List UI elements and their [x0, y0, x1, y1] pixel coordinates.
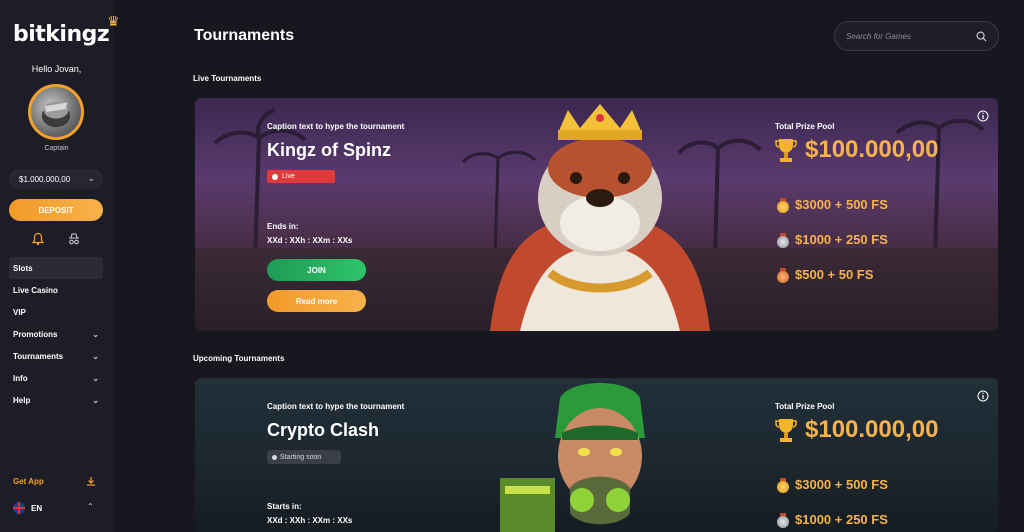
info-icon[interactable]: [977, 110, 989, 122]
rank-label: Captain: [44, 145, 69, 152]
tournament-name: Crypto Clash: [267, 420, 380, 440]
avatar[interactable]: [28, 84, 84, 140]
search-bar[interactable]: [834, 21, 999, 51]
sidebar-item-slots[interactable]: Slots: [9, 257, 103, 279]
get-app-link[interactable]: Get App: [13, 477, 44, 486]
prize-row-first: $3000 + 500 FS: [777, 477, 888, 493]
bell-icon[interactable]: [31, 232, 45, 246]
status-label: Live: [282, 173, 295, 180]
sidebar-item-info[interactable]: Info ⌄: [9, 367, 103, 389]
live-dot-icon: [272, 173, 278, 180]
download-icon[interactable]: [86, 476, 96, 486]
prize-value: $1000 + 250 FS: [795, 512, 888, 527]
incognito-icon[interactable]: [67, 232, 81, 246]
timer-label: Starts in:: [267, 502, 302, 511]
status-badge: Live: [267, 170, 335, 183]
sidebar-item-label: Info: [13, 373, 28, 383]
uk-flag-icon: [13, 502, 25, 514]
prize-row-second: $1000 + 250 FS: [777, 512, 888, 528]
chevron-down-icon: ⌄: [92, 373, 99, 383]
bronze-medal-icon: [777, 267, 789, 283]
sidebar-item-vip[interactable]: VIP: [9, 301, 103, 323]
sidebar-item-tournaments[interactable]: Tournaments ⌄: [9, 345, 103, 367]
brand-logo[interactable]: bitkingz ♛: [13, 14, 120, 47]
prize-row-second: $1000 + 250 FS: [777, 232, 888, 248]
status-dot-icon: [272, 454, 277, 460]
sidebar-item-promotions[interactable]: Promotions ⌄: [9, 323, 103, 345]
countdown-timer: XXd : XXh : XXm : XXs: [267, 236, 353, 245]
sidebar-item-label: Slots: [13, 263, 33, 273]
prize-pool-total: $100.000,00: [775, 416, 938, 444]
silver-medal-icon: [777, 512, 789, 528]
prize-value: $3000 + 500 FS: [795, 197, 888, 212]
countdown-timer: XXd : XXh : XXm : XXs: [267, 516, 353, 525]
read-more-button[interactable]: Read more: [267, 290, 366, 312]
prize-pool-label: Total Prize Pool: [775, 122, 835, 131]
gold-medal-icon: [777, 477, 789, 493]
sidebar-item-help[interactable]: Help ⌄: [9, 389, 103, 411]
live-tournament-card[interactable]: Caption text to hype the tournament King…: [195, 98, 998, 331]
chevron-up-icon[interactable]: ⌃: [87, 502, 94, 511]
deposit-button[interactable]: DEPOSIT: [9, 199, 103, 221]
sidebar-item-label: Live Casino: [13, 285, 58, 295]
chevron-down-icon: ⌄: [92, 395, 99, 405]
prize-total-value: $100.000,00: [805, 136, 939, 163]
status-label: Starting soon: [280, 453, 322, 461]
sidebar-item-live-casino[interactable]: Live Casino: [9, 279, 103, 301]
balance-value: $1.000.000,00: [19, 174, 71, 184]
main-nav: Slots Live Casino VIP Promotions ⌄ Tourna…: [9, 257, 103, 411]
prize-pool-total: $100.000,00: [775, 136, 938, 164]
tournament-caption: Caption text to hype the tournament: [267, 122, 405, 131]
page-title: Tournaments: [194, 27, 295, 44]
chevron-down-icon: ⌄: [92, 329, 99, 339]
sidebar-item-label: Tournaments: [13, 351, 64, 361]
prize-row-first: $3000 + 500 FS: [777, 197, 888, 213]
trophy-icon: [775, 139, 797, 162]
live-section-title: Live Tournaments: [193, 74, 262, 83]
join-button[interactable]: JOIN: [267, 259, 366, 281]
prize-value: $1000 + 250 FS: [795, 232, 888, 247]
silver-medal-icon: [777, 232, 789, 248]
timer-label: Ends in:: [267, 222, 299, 231]
bulldog-king-mascot: [490, 104, 710, 331]
tournament-name: Kingz of Spinz: [267, 140, 391, 160]
chevron-down-icon: ⌄: [87, 173, 95, 183]
crypto-hero-mascot: [500, 383, 645, 532]
gold-medal-icon: [777, 197, 789, 213]
crown-icon: ♛: [107, 14, 120, 30]
sidebar: bitkingz ♛ Hello Jovan, Captain $1.000.0…: [0, 0, 120, 532]
prize-value: $3000 + 500 FS: [795, 477, 888, 492]
info-icon[interactable]: [977, 390, 989, 402]
upcoming-tournament-card[interactable]: Caption text to hype the tournament Cryp…: [195, 378, 998, 532]
trophy-icon: [775, 419, 797, 442]
brand-name: bitkingz: [13, 22, 110, 47]
pirate-helmet-icon: [41, 101, 71, 128]
prize-total-value: $100.000,00: [805, 416, 939, 443]
prize-value: $500 + 50 FS: [795, 267, 874, 282]
greeting: Hello Jovan,: [31, 64, 82, 74]
chevron-down-icon: ⌄: [92, 351, 99, 361]
sidebar-item-label: VIP: [13, 307, 26, 317]
tournament-caption: Caption text to hype the tournament: [267, 402, 405, 411]
prize-row-third: $500 + 50 FS: [777, 267, 874, 283]
status-badge: Starting soon: [267, 450, 341, 464]
language-selector[interactable]: EN: [13, 502, 42, 514]
sidebar-item-label: Promotions: [13, 329, 58, 339]
upcoming-section-title: Upcoming Tournaments: [193, 354, 285, 363]
prize-pool-label: Total Prize Pool: [775, 402, 835, 411]
sidebar-item-label: Help: [13, 395, 31, 405]
language-label: EN: [31, 503, 43, 513]
balance-selector[interactable]: $1.000.000,00 ⌄: [9, 169, 103, 189]
search-icon[interactable]: [976, 31, 987, 42]
search-input[interactable]: [846, 31, 966, 41]
